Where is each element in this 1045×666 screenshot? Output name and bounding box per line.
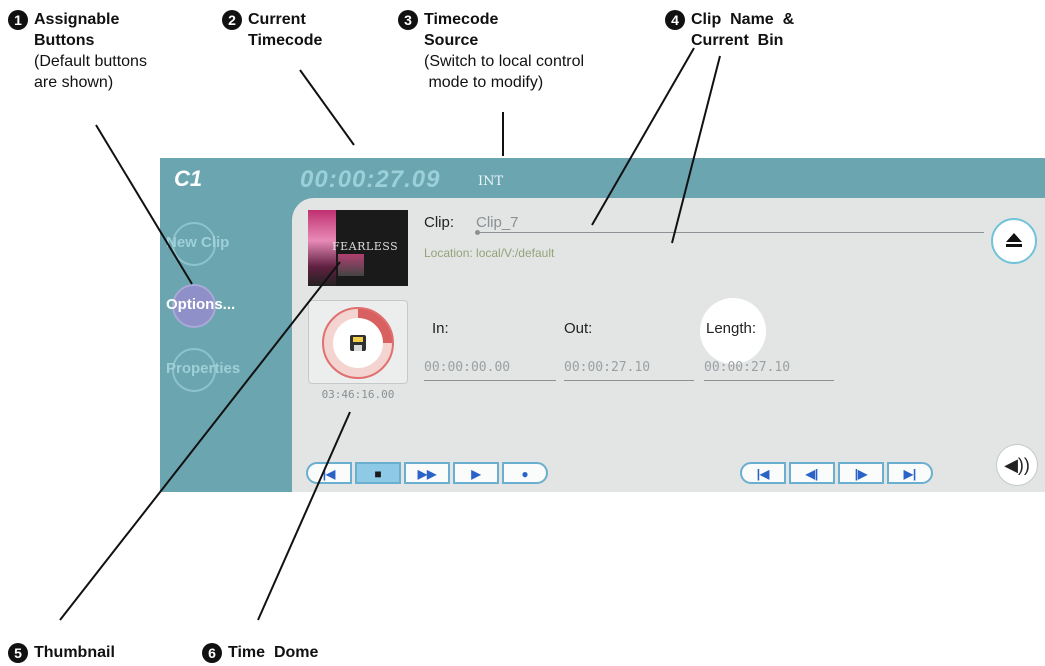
fast-forward-icon: ▶▶ xyxy=(417,467,437,481)
jump-start-button[interactable]: |◀ xyxy=(740,462,786,484)
new-clip-button[interactable]: New Clip xyxy=(166,222,290,266)
stop-button[interactable]: ■ xyxy=(355,462,401,484)
callout-number: 3 xyxy=(398,10,418,30)
callout-number: 6 xyxy=(202,643,222,663)
go-to-end-button[interactable]: ▶| xyxy=(887,462,933,484)
timecode-source[interactable]: INT xyxy=(478,174,503,189)
go-to-start-icon: |◀ xyxy=(756,467,770,481)
callout-title: Buttons xyxy=(34,32,95,49)
callout-number: 5 xyxy=(8,643,28,663)
location-label: Location: xyxy=(424,246,473,260)
time-dome-center xyxy=(333,318,383,368)
stop-icon: ■ xyxy=(374,467,382,481)
fast-forward-button[interactable]: ▶▶ xyxy=(404,462,450,484)
callout-title: Timecode xyxy=(424,11,499,28)
leader-line-current-timecode xyxy=(299,69,355,146)
button-label: Properties xyxy=(166,360,241,377)
location-value: local/V:/default xyxy=(476,246,555,260)
clip-name-field[interactable]: Clip_7 xyxy=(476,214,519,231)
callout-title: Current Bin xyxy=(691,32,784,49)
speaker-icon: ◀)) xyxy=(1004,455,1030,475)
time-dome-value: 03:46:16.00 xyxy=(321,388,395,401)
properties-button[interactable]: Properties xyxy=(166,348,290,392)
callout-number: 2 xyxy=(222,10,242,30)
length-field-underline xyxy=(704,380,834,381)
clip-name-underline xyxy=(476,232,984,233)
out-label: Out: xyxy=(564,320,593,337)
save-disk-icon xyxy=(350,335,366,351)
callout-subtitle: are shown) xyxy=(34,74,114,91)
callout-clip-name: 4 Clip Name & Current Bin xyxy=(665,9,794,51)
callout-subtitle: (Switch to local control xyxy=(424,53,585,70)
in-timecode-field[interactable]: 00:00:00.00 xyxy=(424,360,510,375)
in-field-underline xyxy=(424,380,556,381)
callout-subtitle: (Default buttons xyxy=(34,53,147,70)
out-field-underline xyxy=(564,380,694,381)
callout-time-dome: 6 Time Dome xyxy=(202,642,318,663)
length-label: Length: xyxy=(706,320,757,337)
clip-label: Clip: xyxy=(424,214,455,231)
options-button[interactable]: Options... xyxy=(166,284,290,328)
callout-number: 1 xyxy=(8,10,28,30)
thumbnail-image xyxy=(338,254,364,276)
play-icon: ▶ xyxy=(471,467,481,481)
callout-title: Clip Name & xyxy=(691,11,795,28)
button-label: Options... xyxy=(166,296,236,313)
callout-subtitle: mode to modify) xyxy=(424,74,544,91)
go-to-end-icon: ▶| xyxy=(903,467,917,481)
clip-name-marker xyxy=(475,230,480,235)
eject-button[interactable] xyxy=(991,218,1037,264)
callout-title: Current xyxy=(248,11,306,28)
thumbnail-caption: FEARLESS xyxy=(332,240,399,253)
step-back-button[interactable]: ◀| xyxy=(789,462,835,484)
callout-number: 4 xyxy=(665,10,685,30)
callout-assignable-buttons: 1 Assignable Buttons (Default buttons ar… xyxy=(8,9,147,93)
callout-title: Assignable xyxy=(34,11,120,28)
in-label: In: xyxy=(432,320,449,337)
callout-timecode-source: 3 Timecode Source (Switch to local contr… xyxy=(398,9,584,93)
transport-controls-left: |◀ ■ ▶▶ ▶ ● xyxy=(306,462,551,484)
record-button[interactable]: ● xyxy=(502,462,548,484)
play-button[interactable]: ▶ xyxy=(453,462,499,484)
clip-thumbnail[interactable]: FEARLESS xyxy=(308,210,408,286)
record-icon: ● xyxy=(521,467,529,481)
callout-current-timecode: 2 Current Timecode xyxy=(222,9,322,51)
step-back-icon: ◀| xyxy=(805,467,819,481)
go-to-start-button[interactable]: |◀ xyxy=(306,462,352,484)
time-dome xyxy=(308,300,408,384)
time-dome-dial xyxy=(322,307,394,379)
current-bin: Location: local/V:/default xyxy=(424,246,554,260)
clip-content-area: FEARLESS Clip: Clip_7 Location: local/V:… xyxy=(292,198,1045,492)
channel-label: C1 xyxy=(174,166,203,191)
callout-title: Timecode xyxy=(248,32,323,49)
callout-thumbnail: 5 Thumbnail xyxy=(8,642,115,663)
transport-controls-right: |◀ ◀| |▶ ▶| xyxy=(740,462,936,484)
current-timecode: 00:00:27.09 xyxy=(300,166,441,193)
length-timecode-field[interactable]: 00:00:27.10 xyxy=(704,360,790,375)
button-label: New Clip xyxy=(166,234,230,251)
speaker-button[interactable]: ◀)) xyxy=(996,444,1038,486)
callout-title: Thumbnail xyxy=(34,644,115,661)
out-timecode-field[interactable]: 00:00:27.10 xyxy=(564,360,650,375)
step-forward-icon: |▶ xyxy=(854,467,868,481)
step-forward-button[interactable]: |▶ xyxy=(838,462,884,484)
player-panel: C1 00:00:27.09 INT New Clip Options... P… xyxy=(160,158,1045,492)
go-to-start-icon: |◀ xyxy=(322,467,336,481)
callout-title: Time Dome xyxy=(228,644,319,661)
callout-title: Source xyxy=(424,32,479,49)
panel-header: C1 00:00:27.09 INT xyxy=(160,158,1045,198)
